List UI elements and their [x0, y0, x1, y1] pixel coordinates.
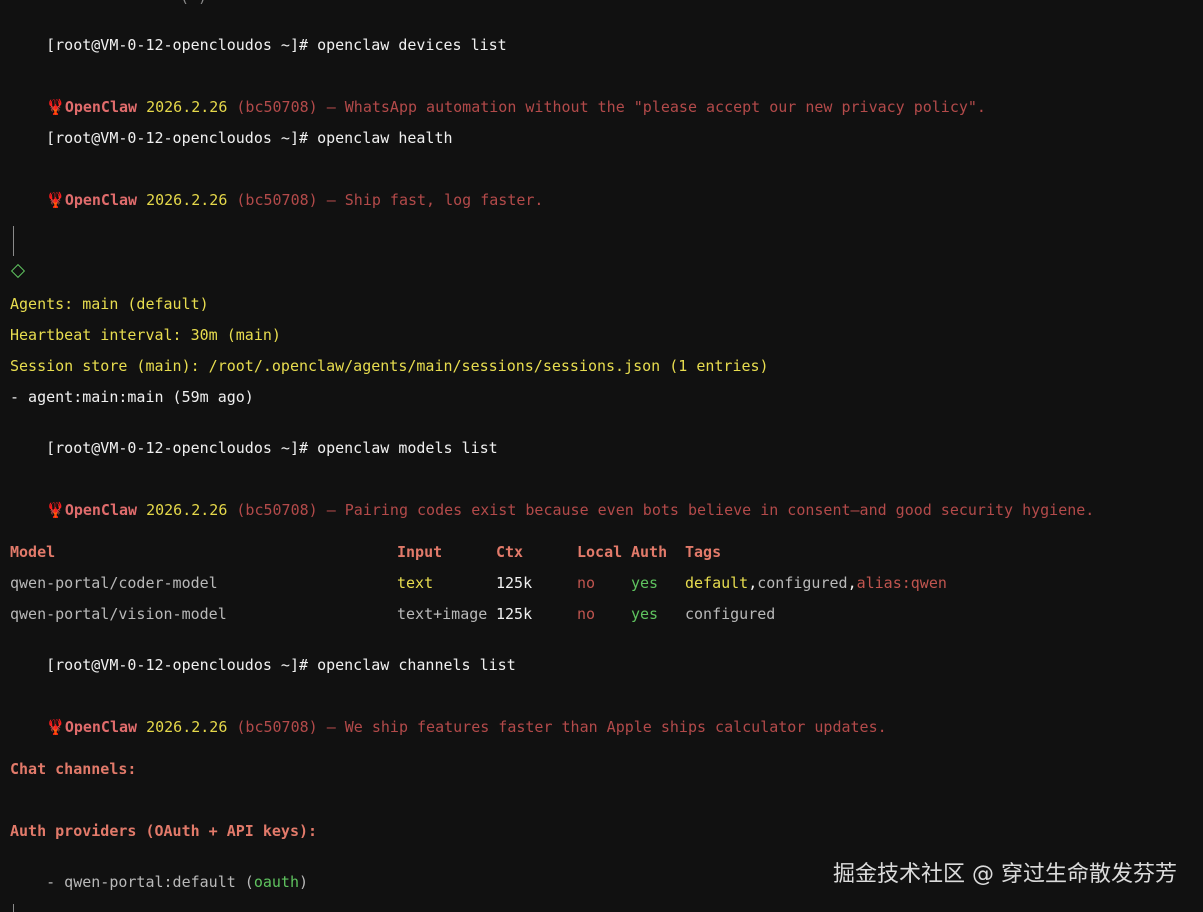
model-local: no — [577, 605, 596, 623]
banner-build: (bc50708) — [236, 501, 318, 519]
banner-app-name: OpenClaw — [64, 718, 138, 736]
shell-prompt: [root@VM-0-12-opencloudos ~]# — [46, 129, 309, 147]
banner-app-name: OpenClaw — [64, 191, 138, 209]
provider-suffix: ) — [299, 873, 309, 891]
cursor-bar — [13, 904, 14, 912]
model-name: qwen-portal/coder-model — [10, 574, 218, 592]
model-local: no — [577, 574, 596, 592]
models-table-header: Model Input Ctx Local Auth Tags — [10, 542, 1190, 562]
table-row: qwen-portal/vision-model text+image 125k… — [10, 604, 1190, 624]
col-header-tags: Tags — [685, 543, 722, 561]
model-ctx: 125k — [496, 605, 533, 623]
command-text: openclaw devices list — [317, 36, 507, 54]
banner-line: 🦞OpenClaw 2026.2.26 (bc50708) — WhatsApp… — [10, 77, 986, 116]
tag-alias: alias:qwen — [856, 574, 947, 592]
shell-prompt: [root@VM-0-12-opencloudos ~]# — [46, 439, 309, 457]
banner-line: 🦞OpenClaw 2026.2.26 (bc50708) — Pairing … — [10, 480, 1094, 519]
banner-line: 🦞OpenClaw 2026.2.26 (bc50708) — Ship fas… — [10, 170, 543, 209]
col-header-auth: Auth — [631, 543, 668, 561]
command-text: openclaw channels list — [317, 656, 516, 674]
agents-line: Agents: main (default) — [10, 295, 209, 313]
banner-app-name: OpenClaw — [64, 501, 138, 519]
banner-version: 2026.2.26 — [146, 191, 228, 209]
banner-build: (bc50708) — [236, 718, 318, 736]
shell-prompt: [root@VM-0-12-opencloudos ~]# — [46, 36, 309, 54]
banner-version: 2026.2.26 — [146, 501, 228, 519]
prompt-line-channels: [root@VM-0-12-opencloudos ~]# openclaw c… — [10, 635, 516, 674]
progress-bar-line — [13, 226, 14, 256]
col-header-model: Model — [10, 543, 56, 561]
model-tags: default,configured,alias:qwen — [685, 573, 947, 593]
banner-build: (bc50708) — [236, 191, 318, 209]
prompt-line-models: [root@VM-0-12-opencloudos ~]# openclaw m… — [10, 418, 498, 457]
provider-type: oauth — [253, 873, 299, 891]
command-text: openclaw health — [317, 129, 453, 147]
lobster-icon: 🦞 — [46, 718, 65, 736]
table-row: qwen-portal/coder-model text 125k no yes… — [10, 573, 1190, 593]
provider-prefix: - qwen-portal:default ( — [46, 873, 254, 891]
heartbeat-line: Heartbeat interval: 30m (main) — [10, 326, 281, 344]
auth-provider-entry: - qwen-portal:default (oauth) — [10, 852, 308, 891]
lobster-icon: 🦞 — [46, 191, 65, 209]
auth-providers-header: Auth providers (OAuth + API keys): — [10, 822, 318, 840]
command-text: openclaw models list — [317, 439, 498, 457]
prompt-line-devices: [root@VM-0-12-opencloudos ~]# openclaw d… — [10, 15, 507, 54]
banner-tagline: — We ship features faster than Apple shi… — [326, 718, 887, 736]
terminal-window[interactable]: ( ) [root@VM-0-12-opencloudos ~]# opencl… — [0, 0, 1203, 912]
tag-separator: , — [748, 574, 758, 592]
banner-tagline: — Ship fast, log faster. — [326, 191, 544, 209]
banner-version: 2026.2.26 — [146, 718, 228, 736]
model-auth: yes — [631, 574, 659, 592]
cut-off-line: ( ) — [180, 0, 207, 6]
diamond-icon — [10, 263, 26, 279]
tag-separator: , — [847, 574, 857, 592]
tag-default: default — [685, 574, 749, 592]
session-store-line: Session store (main): /root/.openclaw/ag… — [10, 357, 769, 375]
chat-channels-header: Chat channels: — [10, 760, 137, 778]
model-tags: configured — [685, 605, 776, 623]
model-input: text — [397, 574, 434, 592]
model-input: text+image — [397, 605, 488, 623]
banner-tagline: — Pairing codes exist because even bots … — [326, 501, 1095, 519]
shell-prompt: [root@VM-0-12-opencloudos ~]# — [46, 656, 309, 674]
col-header-input: Input — [397, 543, 443, 561]
tag-configured: configured — [757, 574, 848, 592]
agent-entry-line: - agent:main:main (59m ago) — [10, 388, 254, 406]
col-header-ctx: Ctx — [496, 543, 524, 561]
model-ctx: 125k — [496, 574, 533, 592]
col-header-local: Local — [577, 543, 623, 561]
model-auth: yes — [631, 605, 659, 623]
prompt-line-health: [root@VM-0-12-opencloudos ~]# openclaw h… — [10, 108, 452, 147]
model-name: qwen-portal/vision-model — [10, 605, 227, 623]
lobster-icon: 🦞 — [46, 501, 65, 519]
watermark: 掘金技术社区 @ 穿过生命散发芬芳 — [833, 862, 1177, 887]
banner-line: 🦞OpenClaw 2026.2.26 (bc50708) — We ship … — [10, 697, 887, 736]
